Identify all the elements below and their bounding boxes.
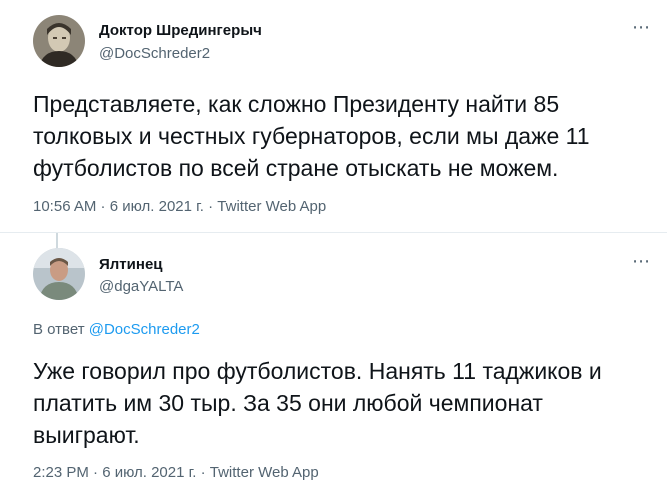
more-options-icon[interactable]: ⋯ xyxy=(632,18,651,36)
display-name[interactable]: Доктор Шредингерыч xyxy=(99,22,262,39)
tweet-text: Представляете, как сложно Президенту най… xyxy=(33,91,590,181)
display-name[interactable]: Ялтинец xyxy=(99,256,163,273)
reply-handle-link[interactable]: @DocSchreder2 xyxy=(89,321,200,338)
tweet-1[interactable]: Доктор Шредингерыч @DocSchreder2 ⋯ Предс… xyxy=(0,0,667,232)
tweet-timestamp[interactable]: 2:23 PM · 6 июл. 2021 г. · Twitter Web A… xyxy=(33,464,319,481)
user-handle[interactable]: @DocSchreder2 xyxy=(99,45,210,62)
reply-context: В ответ @DocSchreder2 xyxy=(33,321,200,338)
user-handle[interactable]: @dgaYALTA xyxy=(99,278,183,295)
reply-prefix: В ответ xyxy=(33,321,89,338)
tweet-timestamp[interactable]: 10:56 AM · 6 июл. 2021 г. · Twitter Web … xyxy=(33,198,326,215)
avatar-doc-schreder[interactable] xyxy=(33,15,85,67)
tweet-text: Уже говорил про футболистов. Нанять 11 т… xyxy=(33,358,602,448)
avatar-dga-yalta[interactable] xyxy=(33,248,85,300)
more-options-icon[interactable]: ⋯ xyxy=(632,252,651,270)
thread-connector-line xyxy=(56,233,58,248)
